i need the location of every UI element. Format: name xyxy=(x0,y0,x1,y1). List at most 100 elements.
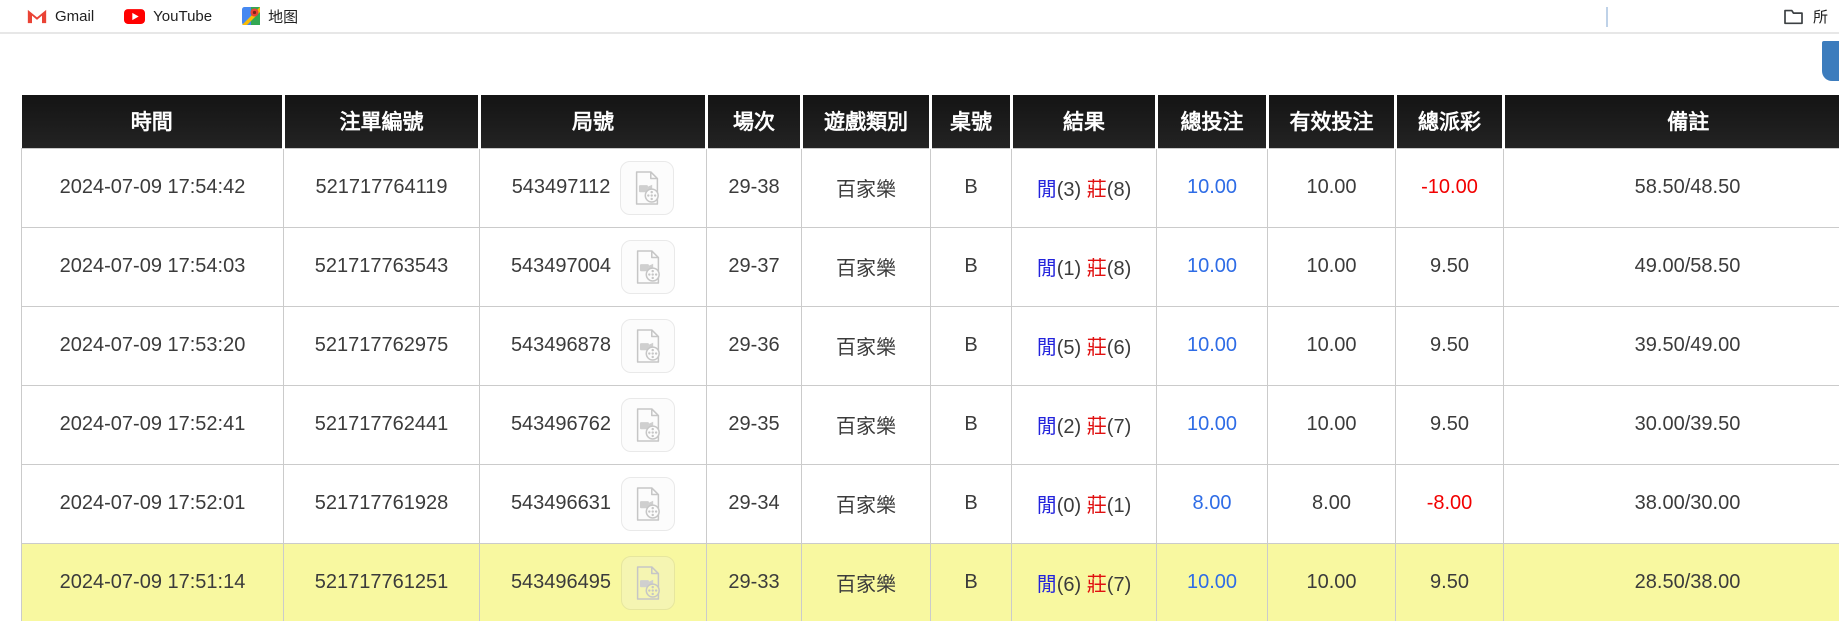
gmail-icon xyxy=(27,9,47,23)
table-body: 2024-07-09 17:54:42 521717764119 5434971… xyxy=(21,147,1839,621)
cell-time: 2024-07-09 17:54:42 xyxy=(21,147,284,228)
header-table-no: 桌號 xyxy=(930,95,1013,149)
result-player-score: (0) xyxy=(1056,495,1082,517)
result-player-label: 閒 xyxy=(1036,179,1057,201)
cell-table-no: B xyxy=(930,305,1012,386)
cell-table-no: B xyxy=(930,147,1012,228)
cell-total-bet: 8.00 xyxy=(1156,463,1268,544)
cell-bet-id: 521717761251 xyxy=(283,542,480,621)
cell-round: 543496631 xyxy=(479,463,707,544)
cell-session: 29-35 xyxy=(706,384,802,465)
result-banker-label: 莊 xyxy=(1086,574,1107,596)
cell-payout: -8.00 xyxy=(1395,463,1504,544)
video-replay-button[interactable] xyxy=(621,555,676,610)
video-file-icon xyxy=(636,565,660,600)
bookmarks-divider xyxy=(1606,7,1608,27)
cell-valid-bet: 10.00 xyxy=(1267,384,1396,465)
cell-time: 2024-07-09 17:52:01 xyxy=(21,463,284,544)
total-bet-link[interactable]: 10.00 xyxy=(1187,413,1237,435)
result-banker-score: (8) xyxy=(1106,179,1132,201)
cell-game-type: 百家樂 xyxy=(801,226,931,307)
video-replay-button[interactable] xyxy=(621,318,676,373)
bookmark-item-maps[interactable]: 地图 xyxy=(242,6,298,27)
cell-time: 2024-07-09 17:52:41 xyxy=(21,384,284,465)
folder-icon xyxy=(1784,9,1803,24)
all-bookmarks-button[interactable]: 所 xyxy=(1783,0,1828,32)
cell-session: 29-34 xyxy=(706,463,802,544)
table-row: 2024-07-09 17:52:41 521717762441 5434967… xyxy=(21,384,1839,465)
cell-session: 29-37 xyxy=(706,226,802,307)
cell-payout: 9.50 xyxy=(1395,384,1504,465)
video-file-icon xyxy=(636,328,660,363)
result-player-label: 閒 xyxy=(1036,416,1057,438)
total-bet-link[interactable]: 10.00 xyxy=(1187,255,1237,277)
result-banker-label: 莊 xyxy=(1086,258,1107,280)
cell-round: 543497004 xyxy=(479,226,707,307)
total-bet-link[interactable]: 10.00 xyxy=(1187,571,1237,593)
video-replay-button[interactable] xyxy=(621,239,676,294)
video-replay-button[interactable] xyxy=(621,397,676,452)
header-bet-id: 注單編號 xyxy=(283,95,481,149)
header-payout: 總派彩 xyxy=(1395,95,1505,149)
header-total-bet: 總投注 xyxy=(1156,95,1269,149)
video-replay-button[interactable] xyxy=(620,160,675,215)
header-remark: 備註 xyxy=(1503,95,1839,149)
maps-icon xyxy=(242,7,261,25)
cell-session: 29-33 xyxy=(706,542,802,621)
cell-remark: 49.00/58.50 xyxy=(1503,226,1839,307)
result-player-score: (6) xyxy=(1056,574,1082,596)
table-header-row: 時間 注單編號 局號 場次 遊戲類別 桌號 結果 總投注 有效投注 總派彩 備註 xyxy=(21,95,1839,149)
cell-valid-bet: 10.00 xyxy=(1267,305,1396,386)
bookmark-item-gmail[interactable]: Gmail xyxy=(27,8,94,25)
result-banker-label: 莊 xyxy=(1086,495,1107,517)
bookmark-label: 地图 xyxy=(268,8,299,26)
cell-bet-id: 521717761928 xyxy=(283,463,480,544)
total-bet-link[interactable]: 10.00 xyxy=(1187,176,1237,198)
bookmark-item-youtube[interactable]: YouTube xyxy=(124,8,212,25)
cell-payout: 9.50 xyxy=(1395,305,1504,386)
result-banker-label: 莊 xyxy=(1086,416,1107,438)
cell-total-bet: 10.00 xyxy=(1156,305,1268,386)
scrollbar-thumb[interactable] xyxy=(1822,41,1839,81)
result-player-label: 閒 xyxy=(1036,258,1057,280)
video-file-icon xyxy=(636,170,660,205)
cell-time: 2024-07-09 17:53:20 xyxy=(21,305,284,386)
cell-result: 閒(5) 莊(6) xyxy=(1011,305,1157,386)
result-banker-label: 莊 xyxy=(1086,179,1107,201)
round-number: 543496631 xyxy=(510,492,612,514)
cell-valid-bet: 10.00 xyxy=(1267,147,1396,228)
youtube-icon xyxy=(124,8,146,24)
cell-bet-id: 521717764119 xyxy=(283,147,480,228)
bookmark-label: Gmail xyxy=(55,7,95,25)
cell-valid-bet: 10.00 xyxy=(1267,542,1396,621)
round-number: 543496878 xyxy=(510,334,612,356)
round-number: 543497112 xyxy=(511,176,611,198)
all-bookmarks-label: 所 xyxy=(1813,8,1829,26)
header-time: 時間 xyxy=(21,95,285,149)
total-bet-link[interactable]: 8.00 xyxy=(1193,492,1232,514)
total-bet-link[interactable]: 10.00 xyxy=(1187,334,1237,356)
result-banker-label: 莊 xyxy=(1086,337,1107,359)
cell-game-type: 百家樂 xyxy=(801,305,931,386)
cell-result: 閒(1) 莊(8) xyxy=(1011,226,1157,307)
video-file-icon xyxy=(636,407,660,442)
cell-round: 543496495 xyxy=(479,542,707,621)
cell-remark: 39.50/49.00 xyxy=(1503,305,1839,386)
cell-session: 29-36 xyxy=(706,305,802,386)
header-session: 場次 xyxy=(706,95,803,149)
cell-remark: 38.00/30.00 xyxy=(1503,463,1839,544)
round-number: 543496495 xyxy=(510,571,612,593)
cell-total-bet: 10.00 xyxy=(1156,147,1268,228)
cell-total-bet: 10.00 xyxy=(1156,542,1268,621)
result-player-score: (1) xyxy=(1056,258,1082,280)
cell-game-type: 百家樂 xyxy=(801,542,931,621)
cell-game-type: 百家樂 xyxy=(801,147,931,228)
table-row: 2024-07-09 17:52:01 521717761928 5434966… xyxy=(21,463,1839,544)
video-replay-button[interactable] xyxy=(621,476,676,531)
result-player-label: 閒 xyxy=(1036,337,1057,359)
result-player-score: (2) xyxy=(1056,416,1082,438)
cell-round: 543496762 xyxy=(479,384,707,465)
table-row: 2024-07-09 17:53:20 521717762975 5434968… xyxy=(21,305,1839,386)
result-player-label: 閒 xyxy=(1036,574,1057,596)
result-banker-score: (7) xyxy=(1106,416,1132,438)
